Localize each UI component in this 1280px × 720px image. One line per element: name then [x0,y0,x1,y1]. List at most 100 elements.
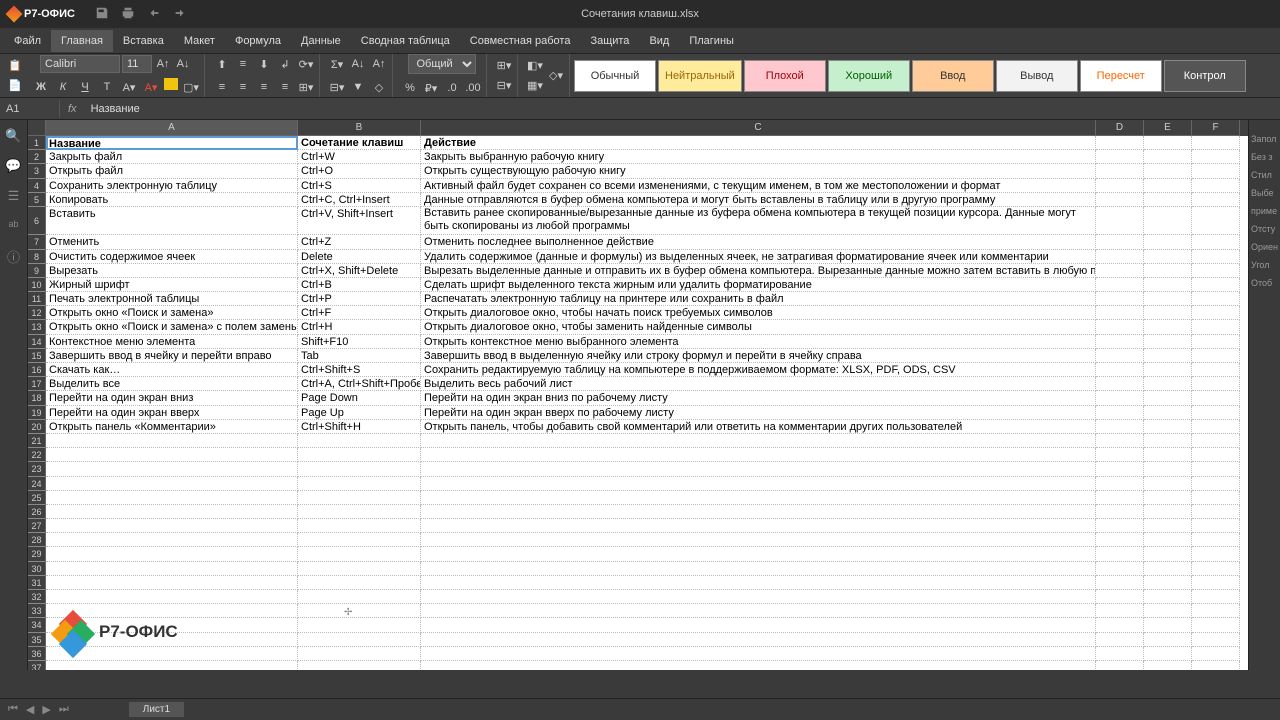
cell[interactable] [46,434,298,448]
cell[interactable] [1192,250,1240,264]
cond-format-icon[interactable]: ◧▾ [526,57,544,75]
prev-sheet-icon[interactable]: ◀ [26,703,34,716]
cell[interactable]: Ctrl+P [298,292,421,306]
spell-icon[interactable]: ᵃᵇ [9,218,19,233]
row-header[interactable]: 5 [28,193,46,207]
row-header[interactable]: 15 [28,349,46,363]
cell[interactable] [1144,434,1192,448]
cell[interactable] [298,448,421,462]
cell-reference[interactable]: A1 [0,100,60,118]
row-header[interactable]: 37 [28,661,46,670]
cell[interactable] [1096,477,1144,491]
cell[interactable] [1144,391,1192,405]
cell[interactable]: Данные отправляются в буфер обмена компь… [421,193,1096,207]
cell[interactable] [1096,576,1144,590]
cell[interactable] [1192,647,1240,661]
print-icon[interactable] [121,6,135,23]
cell[interactable] [1096,164,1144,178]
cell[interactable] [1096,292,1144,306]
cell[interactable] [46,448,298,462]
row-header[interactable]: 10 [28,278,46,292]
row-header[interactable]: 3 [28,164,46,178]
cell[interactable] [1192,179,1240,193]
cell[interactable] [1096,618,1144,632]
cell[interactable]: Жирный шрифт [46,278,298,292]
cell[interactable]: Открыть контекстное меню выбранного элем… [421,335,1096,349]
align-bottom-icon[interactable]: ⬇ [255,55,273,73]
row-header[interactable]: 36 [28,647,46,661]
cell[interactable] [1192,491,1240,505]
cell[interactable] [1144,533,1192,547]
cell[interactable]: Page Up [298,406,421,420]
cell[interactable]: Выделить все [46,377,298,391]
cell[interactable] [298,576,421,590]
cell[interactable] [421,491,1096,505]
fill-icon[interactable]: ⊟▾ [328,78,346,96]
col-header-D[interactable]: D [1096,120,1144,136]
next-sheet-icon[interactable]: ▶ [42,703,50,716]
clear-format-icon[interactable]: ◇▾ [547,67,565,85]
cell[interactable]: Вырезать [46,264,298,278]
cell[interactable] [298,661,421,670]
cell[interactable] [1192,448,1240,462]
cell[interactable] [1144,618,1192,632]
cell[interactable] [1144,164,1192,178]
cell[interactable] [1096,462,1144,476]
cell[interactable] [1144,406,1192,420]
col-header-C[interactable]: C [421,120,1096,136]
cell[interactable] [1144,462,1192,476]
row-header[interactable]: 11 [28,292,46,306]
cell[interactable] [1192,562,1240,576]
cell[interactable]: Распечатать электронную таблицу на принт… [421,292,1096,306]
row-header[interactable]: 22 [28,448,46,462]
cell[interactable]: Сохранить редактируемую таблицу на компь… [421,363,1096,377]
cell[interactable] [298,547,421,561]
cell[interactable]: Открыть диалоговое окно, чтобы начать по… [421,306,1096,320]
cell[interactable]: Открыть окно «Поиск и замена» с полем за… [46,320,298,334]
cell[interactable] [1192,136,1240,150]
cell[interactable] [1096,278,1144,292]
cell[interactable]: Ctrl+A, Ctrl+Shift+Пробел [298,377,421,391]
cell[interactable] [1192,406,1240,420]
row-header[interactable]: 17 [28,377,46,391]
cell[interactable] [1144,547,1192,561]
cell[interactable]: Ctrl+Shift+H [298,420,421,434]
cell[interactable] [1096,235,1144,249]
cell[interactable] [1144,633,1192,647]
col-header-B[interactable]: B [298,120,421,136]
menu-Главная[interactable]: Главная [51,30,113,52]
dec-dec-icon[interactable]: .00 [464,79,482,97]
cell[interactable] [298,604,421,618]
menu-Плагины[interactable]: Плагины [679,30,744,52]
cell[interactable]: Копировать [46,193,298,207]
menu-Совместная работа[interactable]: Совместная работа [460,30,581,52]
cell[interactable] [421,462,1096,476]
cell[interactable] [421,618,1096,632]
cell[interactable] [421,661,1096,670]
cell[interactable]: Открыть диалоговое окно, чтобы заменить … [421,320,1096,334]
cell[interactable] [1144,448,1192,462]
cell[interactable]: Ctrl+S [298,179,421,193]
cell[interactable]: Действие [421,136,1096,150]
cell[interactable] [1144,363,1192,377]
row-header[interactable]: 26 [28,505,46,519]
cell[interactable]: Открыть файл [46,164,298,178]
row-header[interactable]: 14 [28,335,46,349]
menu-Сводная таблица[interactable]: Сводная таблица [351,30,460,52]
cell[interactable]: Вставить [46,207,298,235]
cell[interactable]: Выделить весь рабочий лист [421,377,1096,391]
cell[interactable] [421,477,1096,491]
cell[interactable] [1192,576,1240,590]
row-header[interactable]: 4 [28,179,46,193]
sum-icon[interactable]: Σ▾ [328,55,346,73]
cell[interactable]: Закрыть выбранную рабочую книгу [421,150,1096,164]
cell[interactable]: Перейти на один экран вверх по рабочему … [421,406,1096,420]
row-header[interactable]: 23 [28,462,46,476]
cell[interactable] [1096,491,1144,505]
fill-color-icon[interactable] [164,78,178,90]
cell[interactable] [421,533,1096,547]
cell[interactable]: Page Down [298,391,421,405]
layers-icon[interactable]: ☰ [8,188,20,204]
cell[interactable]: Сочетание клавиш [298,136,421,150]
cell[interactable] [1096,633,1144,647]
